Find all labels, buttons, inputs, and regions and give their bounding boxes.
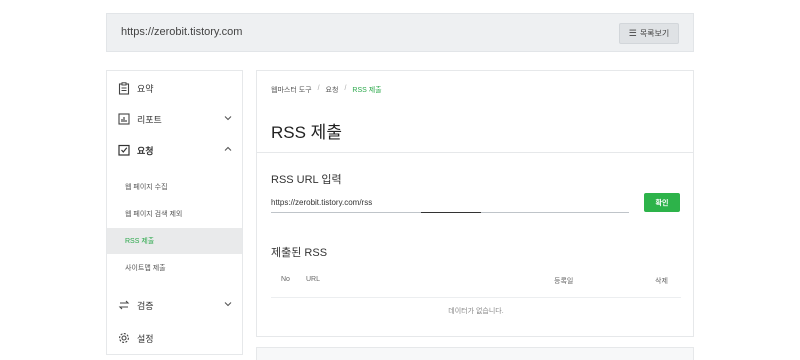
sidebar-item-summary[interactable]: 요약 (107, 73, 242, 103)
chevron-up-icon (224, 145, 232, 154)
breadcrumb-separator: / (317, 85, 320, 92)
divider (257, 152, 693, 153)
sidebar-item-report[interactable]: 리포트 (107, 104, 242, 134)
clipboard-icon (117, 81, 131, 95)
sidebar-subitem-page-collect[interactable]: 웹 페이지 수집 (107, 174, 242, 200)
table-header: No URL 등록일 삭제 (271, 268, 681, 298)
sidebar-item-label: 요약 (137, 83, 154, 94)
sidebar-subitem-sitemap-submit[interactable]: 사이트맵 제출 (107, 255, 242, 281)
sidebar-item-label: 요청 (137, 145, 154, 156)
breadcrumb-separator: / (344, 85, 347, 92)
swap-icon (117, 298, 131, 312)
sidebar-item-settings[interactable]: 설정 (107, 323, 242, 353)
list-icon: ☰ (628, 28, 637, 38)
sidebar: 요약 리포트 요청 웹 페이지 수집 웹 페이지 검색 제외 RSS 제출 사이… (106, 70, 243, 355)
input-focus-indicator (421, 212, 481, 213)
checkbox-icon (117, 143, 131, 157)
main-panel: 웹마스터 도구 / 요청 / RSS 제출 RSS 제출 RSS URL 입력 … (256, 70, 694, 337)
site-bar: https://zerobit.tistory.com ☰ 목록보기 (106, 13, 694, 52)
breadcrumb: 웹마스터 도구 / 요청 / RSS 제출 (271, 85, 382, 95)
list-view-button[interactable]: ☰ 목록보기 (619, 23, 679, 44)
sidebar-item-label: 리포트 (137, 114, 162, 125)
empty-state-message: 데이터가 없습니다. (448, 308, 504, 315)
submitted-rss-title: 제출된 RSS (271, 247, 328, 259)
breadcrumb-item[interactable]: 요청 (326, 85, 339, 95)
sidebar-subitem-rss-submit[interactable]: RSS 제출 (107, 228, 242, 254)
page-title: RSS 제출 (271, 123, 342, 142)
rss-url-label: RSS URL 입력 (271, 174, 342, 186)
column-header-no: No (281, 276, 290, 283)
confirm-button[interactable]: 확인 (644, 193, 680, 212)
rss-url-input[interactable] (271, 193, 629, 213)
bottom-panel (256, 347, 694, 360)
gear-icon (117, 331, 131, 345)
sidebar-subitem-page-exclude[interactable]: 웹 페이지 검색 제외 (107, 201, 242, 227)
breadcrumb-current: RSS 제출 (352, 87, 382, 94)
sidebar-item-verify[interactable]: 검증 (107, 290, 242, 320)
chart-icon (117, 112, 131, 126)
sidebar-item-label: 검증 (137, 300, 154, 311)
column-header-date: 등록일 (554, 278, 574, 285)
breadcrumb-item[interactable]: 웹마스터 도구 (271, 85, 312, 95)
list-view-label: 목록보기 (639, 29, 670, 38)
sidebar-item-label: 설정 (137, 333, 154, 344)
column-header-delete: 삭제 (655, 278, 668, 285)
chevron-down-icon (224, 114, 232, 123)
chevron-down-icon (224, 300, 232, 309)
sidebar-item-request[interactable]: 요청 (107, 135, 242, 165)
column-header-url: URL (306, 276, 321, 283)
site-url: https://zerobit.tistory.com (121, 26, 243, 38)
